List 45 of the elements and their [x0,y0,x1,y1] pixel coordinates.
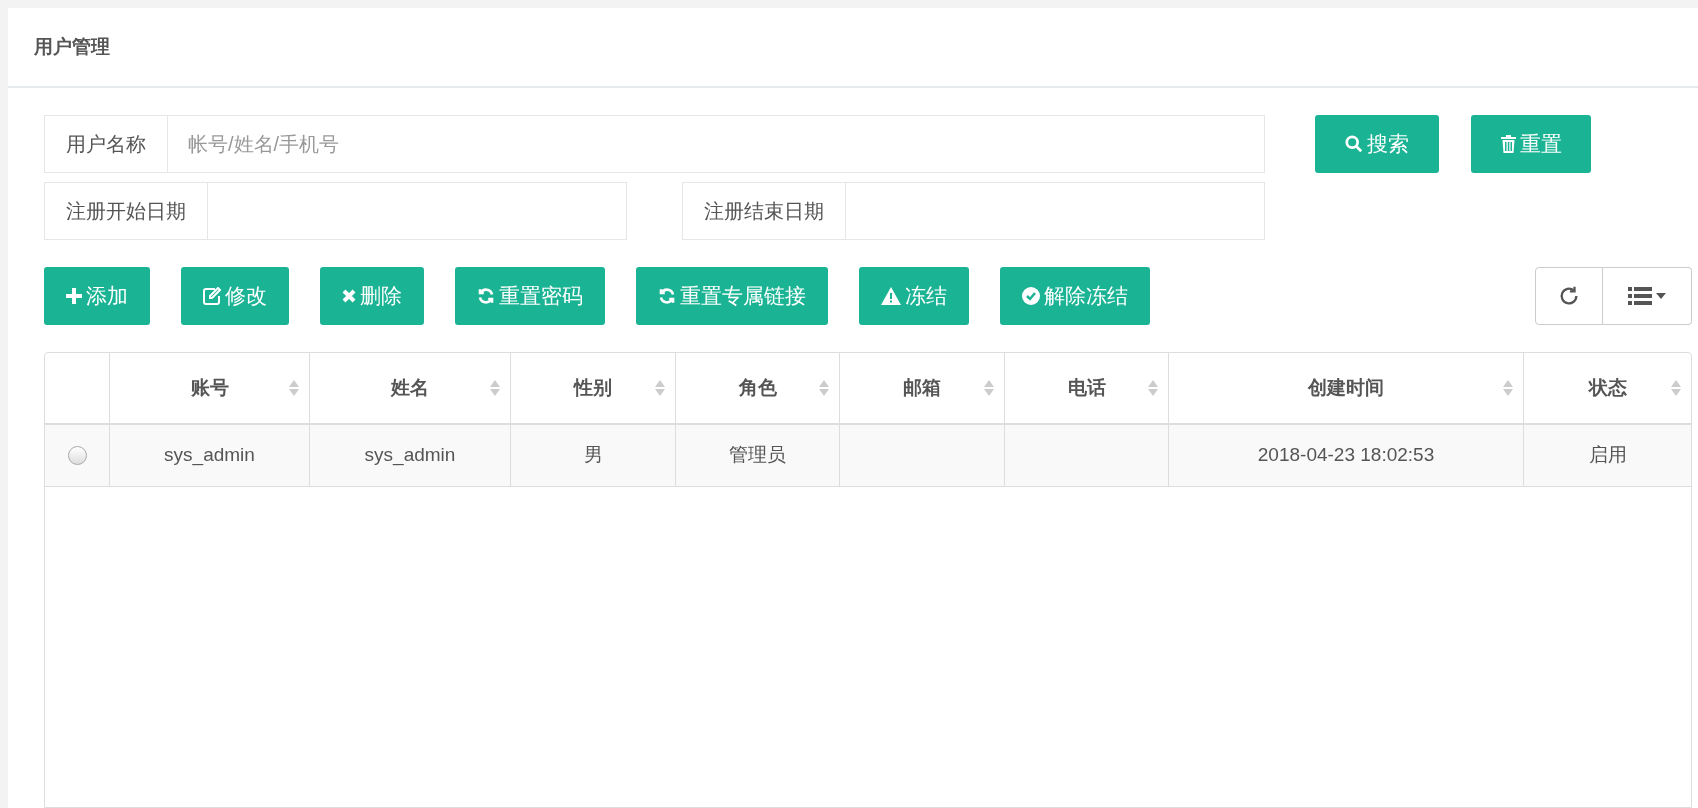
refresh-button[interactable] [1535,267,1603,325]
column-header[interactable]: 电话 [1067,373,1106,403]
sort-icon [490,378,500,398]
input-field[interactable] [846,182,1265,240]
sort-icon [1503,378,1513,398]
field-label: 用户名称 [44,115,168,173]
column-header[interactable]: 角色 [738,373,777,403]
caret-icon [1656,293,1666,299]
page-title: 用户管理 [34,34,110,59]
sort-icon [984,378,994,398]
input-field[interactable]: 帐号/姓名/手机号 [168,115,1265,173]
radio-button[interactable] [67,446,87,465]
plus-icon [66,288,82,304]
table-cell: sys_admin [110,425,310,486]
sort-icon [1671,378,1681,398]
refresh-icon [1558,285,1580,307]
input-field[interactable] [208,182,627,240]
table-row[interactable]: sys_admin sys_admin 男 管理员 2018-04-23 18:02:53 启用 [45,425,1691,487]
table-cell: 管理员 [676,425,840,486]
field-label: 注册结束日期 [682,182,846,240]
sort-icon [289,378,299,398]
columns-dropdown-button[interactable] [1603,267,1692,325]
refresh-icon [658,287,676,305]
sort-icon [819,378,829,398]
sort-icon [655,378,665,398]
column-header[interactable]: 性别 [574,373,612,403]
check-circle-icon [1022,287,1040,305]
search-icon [1345,135,1363,153]
column-header[interactable]: 账号 [190,373,229,403]
column-header[interactable]: 姓名 [391,373,429,403]
table-cell-text: 启用 [1587,443,1628,468]
list-icon [1628,286,1652,306]
edit-icon [203,287,221,305]
warning-icon [881,287,901,305]
refresh-icon [477,287,495,305]
table-cell: 2018-04-23 18:02:53 [1169,425,1524,486]
column-header[interactable]: 创建时间 [1308,373,1384,403]
table-cell: 男 [511,425,676,486]
column-header[interactable]: 状态 [1588,373,1627,403]
trash-icon [1500,135,1516,153]
sort-icon [1148,378,1158,398]
close-icon [342,289,356,303]
column-header[interactable]: 邮箱 [903,373,941,403]
table-cell: sys_admin [310,425,511,486]
field-label: 注册开始日期 [44,182,208,240]
